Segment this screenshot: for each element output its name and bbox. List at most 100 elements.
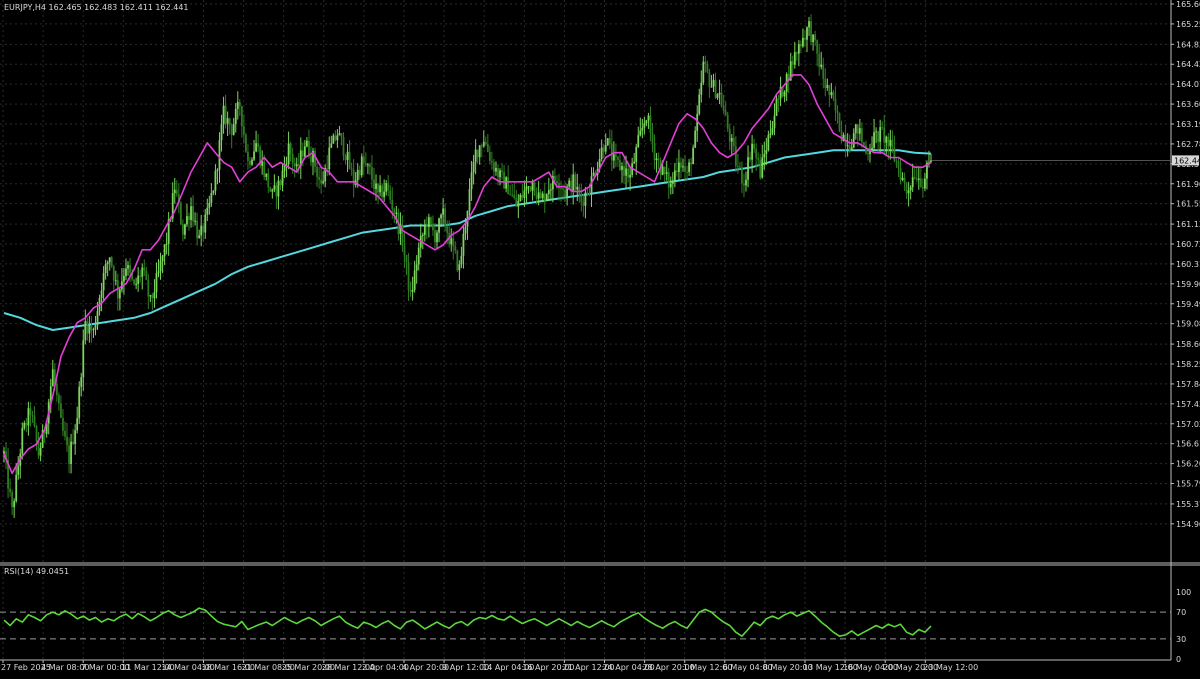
candle [769, 120, 772, 139]
candle [155, 262, 158, 299]
ma-slow-layer [3, 149, 932, 331]
candle [551, 170, 554, 203]
candle [454, 241, 457, 254]
grid-layer [0, 0, 1171, 660]
candle [450, 228, 453, 252]
candle [568, 177, 571, 189]
candle [909, 185, 912, 200]
candle [281, 164, 284, 192]
candle [710, 74, 713, 88]
candle [606, 137, 609, 146]
rsi-tick-label: 100 [1176, 588, 1191, 597]
candle [702, 56, 705, 86]
candle [27, 401, 30, 436]
candle [651, 122, 654, 153]
candle [336, 129, 339, 148]
candle [173, 178, 176, 204]
candle [619, 151, 621, 172]
price-tick-label: 164.010 [1176, 80, 1200, 89]
candle [369, 162, 371, 175]
candle [718, 79, 721, 105]
candle [287, 131, 290, 170]
candle [802, 28, 804, 48]
candle [905, 181, 908, 199]
candle [513, 182, 516, 200]
candle [407, 253, 410, 301]
candle [60, 395, 62, 419]
candle [74, 424, 77, 455]
candle [133, 279, 136, 286]
candle [476, 149, 479, 164]
candle [903, 172, 906, 192]
candle [846, 133, 849, 157]
candle [850, 138, 853, 151]
candle [521, 183, 524, 201]
candle [141, 263, 144, 290]
candle [413, 260, 416, 293]
candle [377, 183, 379, 205]
candle [179, 200, 182, 226]
candle [592, 167, 595, 177]
candle [895, 158, 898, 168]
candle [490, 151, 493, 170]
candle [771, 121, 774, 136]
candle [549, 183, 552, 199]
candle [102, 266, 105, 302]
price-tick-label: 157.020 [1176, 420, 1200, 429]
candle [783, 90, 786, 103]
candle [486, 134, 489, 153]
candle [515, 189, 518, 208]
candle [76, 406, 79, 434]
candle [320, 167, 323, 194]
candle [690, 157, 693, 177]
candle [499, 168, 501, 186]
candle [533, 182, 536, 197]
candle [198, 229, 201, 239]
candle [415, 255, 418, 284]
candle [234, 103, 237, 133]
candle [736, 153, 739, 174]
candle [793, 41, 796, 69]
candle [828, 84, 831, 107]
candle [383, 179, 386, 203]
candle [405, 254, 408, 276]
candle [163, 244, 166, 266]
candle [78, 381, 81, 425]
candle [216, 168, 219, 185]
candle [82, 329, 85, 391]
candle [741, 161, 743, 194]
candle [686, 165, 688, 181]
candle [462, 225, 465, 269]
price-tick-label: 157.430 [1176, 400, 1200, 409]
price-tick-label: 157.840 [1176, 380, 1200, 389]
candle [917, 166, 920, 190]
candle [470, 160, 473, 201]
candle [698, 88, 701, 116]
candle [352, 158, 355, 198]
price-tick-label: 160.310 [1176, 260, 1200, 269]
candle [531, 179, 534, 201]
candle [37, 431, 40, 460]
candle [261, 150, 264, 175]
candle [25, 417, 28, 433]
candle [251, 157, 253, 167]
candle [41, 424, 44, 449]
candle [403, 232, 406, 269]
chart-canvas[interactable]: 165.660 165.250 164.830 164.420 164.010 163.6… [0, 0, 1200, 675]
candle [761, 144, 764, 179]
candle [497, 164, 499, 186]
axis-layer: 165.660 165.250 164.830 164.420 164.010 163.6… [0, 0, 1200, 672]
trading-chart[interactable]: 165.660 165.250 164.830 164.420 164.010 163.6… [0, 0, 1200, 675]
candle [814, 30, 817, 47]
candle [366, 162, 369, 175]
candle [387, 175, 390, 197]
candle [680, 157, 682, 179]
candle [232, 117, 235, 136]
candle [799, 40, 802, 54]
candle [720, 83, 723, 108]
rsi-info-label: RSI(14) 49.0451 [4, 567, 70, 576]
candle [255, 130, 257, 153]
candle [279, 179, 282, 191]
candle [466, 210, 469, 240]
candle [214, 164, 217, 196]
